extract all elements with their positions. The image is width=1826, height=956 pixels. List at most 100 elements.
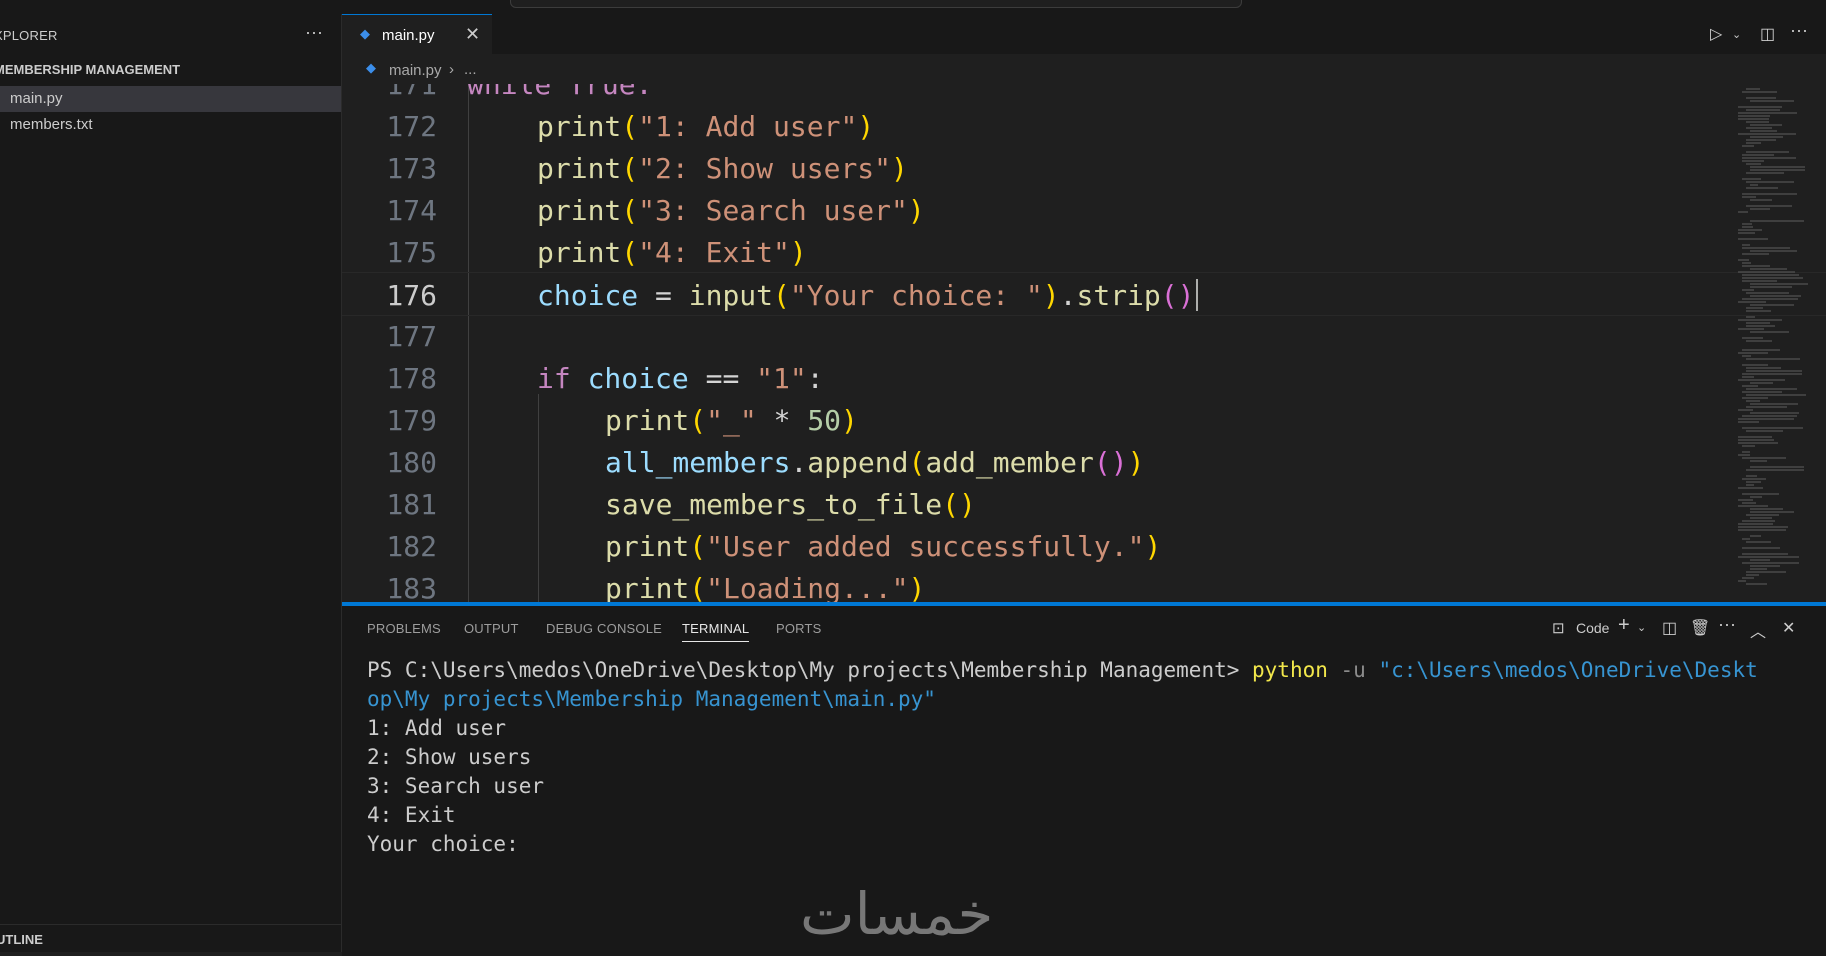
terminal-name[interactable]: Code bbox=[1576, 620, 1609, 636]
line-number: 177 bbox=[386, 320, 437, 353]
python-file-icon: ◆ bbox=[366, 60, 376, 75]
file-item-main-py[interactable]: main.py bbox=[0, 86, 341, 112]
chevron-down-icon[interactable]: ⌄ bbox=[1732, 28, 1741, 41]
minimap-line bbox=[1742, 196, 1756, 198]
minimap-line bbox=[1750, 220, 1804, 222]
minimap-line bbox=[1742, 364, 1768, 366]
terminal-output[interactable]: PS C:\Users\medos\OneDrive\Desktop\My pr… bbox=[367, 656, 1817, 859]
minimap-line bbox=[1742, 262, 1751, 264]
minimap-line bbox=[1750, 199, 1772, 201]
minimap-line bbox=[1746, 394, 1806, 396]
line-number: 183 bbox=[386, 572, 437, 602]
minimap-line bbox=[1750, 268, 1787, 270]
breadcrumb-symbols[interactable]: ... bbox=[464, 61, 477, 78]
minimap-line bbox=[1742, 223, 1752, 225]
minimap-line bbox=[1738, 229, 1762, 231]
add-terminal-icon[interactable]: + bbox=[1618, 614, 1630, 637]
close-panel-icon[interactable]: ✕ bbox=[1782, 618, 1795, 638]
minimap-line bbox=[1746, 205, 1792, 207]
code-line: 175 print("4: Exit") bbox=[342, 230, 1826, 272]
panel-tabs: PROBLEMS OUTPUT DEBUG CONSOLE TERMINAL P… bbox=[342, 606, 1826, 646]
run-icon[interactable]: ▷ bbox=[1710, 24, 1722, 44]
minimap-line bbox=[1742, 373, 1802, 375]
terminal-line: 1: Add user bbox=[367, 716, 507, 740]
line-text: print("_" * 50) bbox=[605, 404, 858, 437]
tab-main-py[interactable]: ◆ main.py ✕ bbox=[342, 14, 492, 55]
minimap-line bbox=[1746, 400, 1760, 402]
terminal-line: 3: Search user bbox=[367, 774, 545, 798]
tab-label: main.py bbox=[382, 27, 435, 44]
maximize-panel-icon[interactable]: ︿ bbox=[1750, 618, 1766, 642]
minimap-line bbox=[1746, 325, 1775, 327]
code-line: 178 if choice == "1": bbox=[342, 356, 1826, 398]
minimap-line bbox=[1746, 97, 1776, 99]
minimap-line bbox=[1746, 358, 1800, 360]
terminal-prompt: PS C:\Users\medos\OneDrive\Desktop\My pr… bbox=[367, 658, 1253, 682]
line-number: 173 bbox=[386, 152, 437, 185]
text-cursor bbox=[1196, 279, 1198, 311]
minimap-line bbox=[1750, 250, 1797, 252]
minimap-line bbox=[1746, 121, 1769, 123]
minimap-line bbox=[1742, 265, 1770, 267]
code-editor[interactable]: 171 while True: 172 print("1: Add user")… bbox=[342, 84, 1826, 602]
terminal-icon[interactable]: ⊡ bbox=[1552, 619, 1565, 637]
folder-header[interactable]: MEMBERSHIP MANAGEMENT bbox=[0, 62, 180, 77]
minimap-line bbox=[1746, 388, 1797, 390]
minimap-line bbox=[1742, 502, 1756, 504]
minimap-line bbox=[1742, 577, 1754, 579]
minimap-line bbox=[1746, 142, 1761, 144]
minimap-line bbox=[1750, 460, 1767, 462]
minimap-line bbox=[1742, 298, 1798, 300]
minimap-line bbox=[1746, 370, 1802, 372]
minimap-line bbox=[1742, 538, 1750, 540]
minimap-line bbox=[1750, 382, 1773, 384]
minimap-line bbox=[1750, 136, 1783, 138]
more-actions-icon[interactable]: ··· bbox=[305, 22, 323, 43]
minimap-line bbox=[1742, 244, 1750, 246]
minimap-line bbox=[1742, 547, 1780, 549]
minimap-line bbox=[1750, 517, 1772, 519]
minimap-line bbox=[1742, 397, 1768, 399]
minimap-line bbox=[1746, 481, 1761, 483]
minimap-line bbox=[1742, 277, 1803, 279]
more-actions-icon[interactable]: ··· bbox=[1718, 614, 1736, 635]
minimap-line bbox=[1750, 559, 1770, 561]
minimap-line bbox=[1746, 430, 1783, 432]
chevron-down-icon[interactable]: ⌄ bbox=[1637, 621, 1646, 634]
line-number: 171 bbox=[386, 84, 437, 101]
minimap-line bbox=[1742, 445, 1755, 447]
minimap-line bbox=[1742, 451, 1750, 453]
minimap-line bbox=[1738, 505, 1768, 507]
line-number: 175 bbox=[386, 236, 437, 269]
minimap-line bbox=[1746, 187, 1778, 189]
outline-section[interactable]: UTLINE bbox=[0, 924, 341, 953]
minimap-line bbox=[1746, 571, 1786, 573]
tab-ports[interactable]: PORTS bbox=[776, 621, 822, 636]
tab-debug-console[interactable]: DEBUG CONSOLE bbox=[546, 621, 662, 636]
more-actions-icon[interactable]: ··· bbox=[1790, 20, 1808, 41]
minimap[interactable] bbox=[1734, 84, 1824, 602]
command-center[interactable] bbox=[510, 0, 1242, 8]
line-number: 172 bbox=[386, 110, 437, 143]
line-number: 178 bbox=[386, 362, 437, 395]
minimap-line bbox=[1742, 226, 1753, 228]
close-icon[interactable]: ✕ bbox=[465, 24, 480, 45]
split-terminal-icon[interactable]: ◫ bbox=[1662, 618, 1677, 638]
trash-icon[interactable]: 🗑 bbox=[1690, 618, 1710, 638]
split-editor-icon[interactable]: ◫ bbox=[1760, 24, 1775, 44]
tab-problems[interactable]: PROBLEMS bbox=[367, 621, 441, 636]
tab-terminal[interactable]: TERMINAL bbox=[682, 621, 750, 642]
tab-output[interactable]: OUTPUT bbox=[464, 621, 519, 636]
minimap-line bbox=[1742, 178, 1761, 180]
minimap-line bbox=[1746, 469, 1804, 471]
file-label: members.txt bbox=[10, 116, 93, 133]
code-line: 180 all_members.append(add_member()) bbox=[342, 440, 1826, 482]
line-text: all_members.append(add_member()) bbox=[605, 446, 1145, 479]
minimap-line bbox=[1750, 508, 1783, 510]
file-item-members-txt[interactable]: members.txt bbox=[0, 112, 341, 138]
minimap-line bbox=[1750, 412, 1799, 414]
minimap-line bbox=[1742, 391, 1782, 393]
minimap-line bbox=[1750, 124, 1782, 126]
breadcrumb-file[interactable]: main.py bbox=[389, 62, 442, 79]
minimap-line bbox=[1742, 427, 1803, 429]
